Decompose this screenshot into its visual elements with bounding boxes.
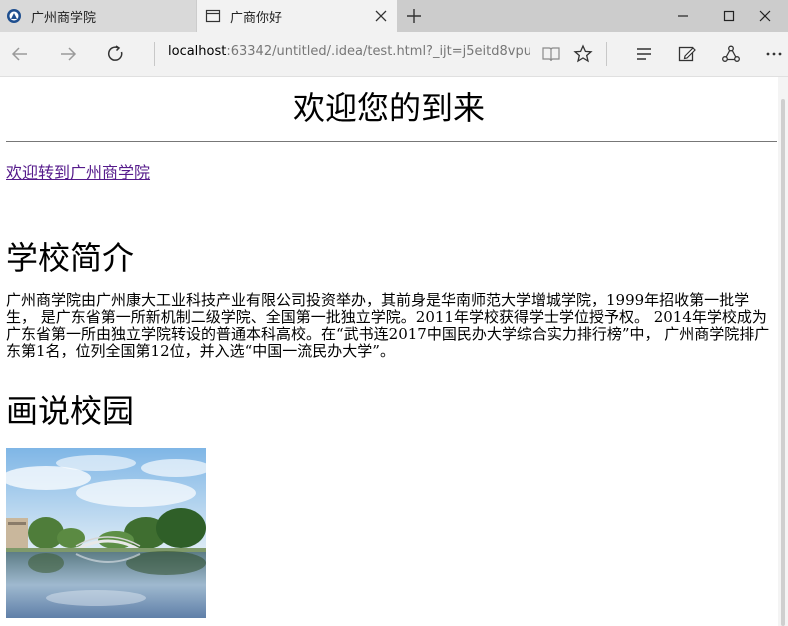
tab-bar: 广州商学院 广商你好 — [0, 0, 788, 32]
url-host: localhost — [168, 44, 227, 59]
scrollbar-thumb[interactable] — [781, 99, 785, 626]
star-icon — [573, 44, 593, 63]
close-window-icon — [759, 10, 771, 22]
close-window-button[interactable] — [742, 0, 788, 32]
back-button[interactable] — [6, 40, 34, 68]
close-tab-icon[interactable] — [375, 10, 387, 22]
forward-button[interactable] — [54, 40, 82, 68]
reading-view-icon — [542, 47, 560, 62]
share-button[interactable] — [717, 40, 745, 68]
back-arrow-icon — [11, 47, 27, 61]
more-icon — [766, 52, 782, 56]
site-favicon-icon — [7, 9, 21, 23]
college-link[interactable]: 欢迎转到广州商学院 — [6, 159, 150, 183]
url-path: :63342/untitled/.idea/test.html?_ijt=j5e… — [226, 44, 530, 59]
tab-guangshang-hello[interactable]: 广商你好 — [197, 0, 397, 32]
intro-heading: 学校简介 — [6, 239, 135, 277]
hub-button[interactable] — [630, 40, 658, 68]
intro-paragraph: 广州商学院由广州康大工业科技产业有限公司投资举办，其前身是华南师范大学增城学院，… — [6, 291, 770, 360]
address-field[interactable]: localhost:63342/untitled/.idea/test.html… — [168, 44, 530, 59]
web-note-button[interactable] — [673, 40, 701, 68]
more-button[interactable] — [760, 40, 788, 68]
horizontal-rule — [6, 141, 777, 142]
tab-guangzhou-business-college[interactable]: 广州商学院 — [0, 0, 196, 32]
vertical-scrollbar[interactable] — [778, 77, 788, 626]
refresh-button[interactable] — [102, 40, 130, 68]
tab-title: 广商你好 — [230, 10, 283, 26]
refresh-icon — [108, 45, 123, 61]
new-tab-icon[interactable] — [406, 8, 422, 24]
campus-heading: 画说校园 — [6, 392, 135, 430]
page-icon — [205, 9, 221, 23]
address-toolbar: localhost:63342/untitled/.idea/test.html… — [0, 32, 788, 77]
minimize-icon — [678, 15, 688, 17]
welcome-heading: 欢迎您的到来 — [292, 89, 485, 127]
tab-title: 广州商学院 — [31, 10, 97, 26]
web-note-icon — [678, 46, 696, 62]
divider — [606, 42, 607, 66]
minimize-button[interactable] — [660, 0, 706, 32]
campus-lake-image — [6, 448, 206, 618]
reading-view-button[interactable] — [537, 40, 565, 68]
favorite-button[interactable] — [569, 40, 597, 68]
hub-icon — [637, 48, 651, 60]
forward-arrow-icon — [61, 47, 77, 61]
share-icon — [722, 45, 740, 62]
maximize-icon — [723, 10, 735, 22]
page-content: 欢迎您的到来 欢迎转到广州商学院 学校简介 广州商学院由广州康大工业科技产业有限… — [0, 77, 778, 626]
divider — [154, 42, 155, 66]
campus-photo — [6, 448, 206, 618]
